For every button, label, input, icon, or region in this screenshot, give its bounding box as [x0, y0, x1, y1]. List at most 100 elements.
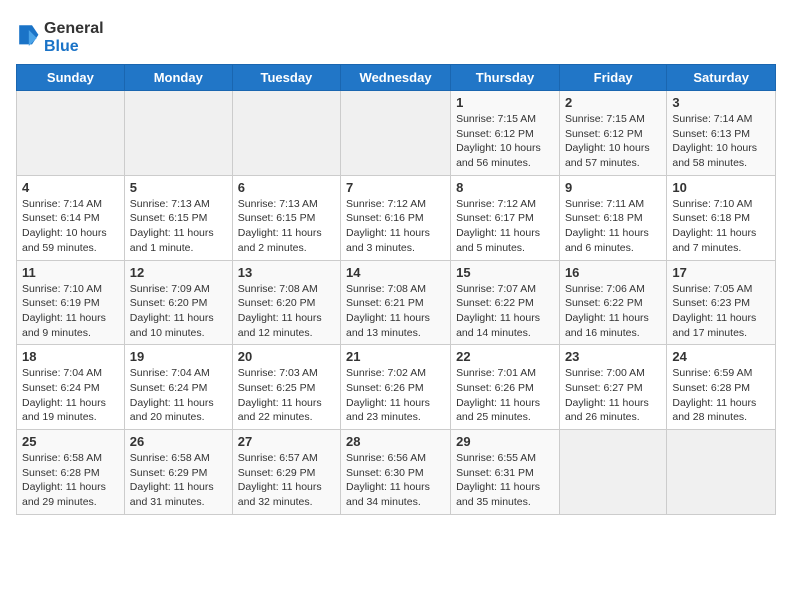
- calendar-cell: 17 Sunrise: 7:05 AMSunset: 6:23 PMDayligh…: [667, 260, 776, 345]
- calendar-cell: [124, 91, 232, 176]
- day-info: Sunrise: 7:12 AMSunset: 6:17 PMDaylight:…: [456, 197, 554, 256]
- week-row-1: 1 Sunrise: 7:15 AMSunset: 6:12 PMDaylight…: [17, 91, 776, 176]
- weekday-header-sunday: Sunday: [17, 65, 125, 91]
- day-info: Sunrise: 7:10 AMSunset: 6:18 PMDaylight:…: [672, 197, 770, 256]
- calendar-cell: 11Sunrise: 7:10 AMSunset: 6:19 PMDayligh…: [17, 260, 125, 345]
- day-info: Sunrise: 6:58 AMSunset: 6:28 PMDaylight:…: [22, 451, 119, 510]
- calendar-cell: 15Sunrise: 7:07 AMSunset: 6:22 PMDayligh…: [451, 260, 560, 345]
- day-number: 7: [346, 180, 445, 195]
- day-number: 23: [565, 349, 661, 364]
- weekday-header-thursday: Thursday: [451, 65, 560, 91]
- day-number: 26: [130, 434, 227, 449]
- day-number: 15: [456, 265, 554, 280]
- calendar-cell: 23 Sunrise: 7:00 AMSunset: 6:27 PMDayligh…: [559, 345, 666, 430]
- calendar-cell: 22 Sunrise: 7:01 AMSunset: 6:26 PMDayligh…: [451, 345, 560, 430]
- logo: General Blue: [16, 20, 104, 56]
- day-info: Sunrise: 6:59 AMSunset: 6:28 PMDaylight:…: [672, 366, 770, 425]
- calendar-cell: 6 Sunrise: 7:13 AMSunset: 6:15 PMDaylight…: [232, 175, 340, 260]
- day-number: 16: [565, 265, 661, 280]
- calendar-cell: 28 Sunrise: 6:56 AMSunset: 6:30 PMDayligh…: [341, 430, 451, 515]
- day-info: Sunrise: 6:58 AMSunset: 6:29 PMDaylight:…: [130, 451, 227, 510]
- day-info: Sunrise: 7:13 AMSunset: 6:15 PMDaylight:…: [130, 197, 227, 256]
- day-info: Sunrise: 7:08 AMSunset: 6:20 PMDaylight:…: [238, 282, 335, 341]
- calendar-cell: 4Sunrise: 7:14 AMSunset: 6:14 PMDaylight…: [17, 175, 125, 260]
- calendar-cell: 13 Sunrise: 7:08 AMSunset: 6:20 PMDayligh…: [232, 260, 340, 345]
- calendar-cell: 3Sunrise: 7:14 AMSunset: 6:13 PMDaylight…: [667, 91, 776, 176]
- calendar-cell: 12 Sunrise: 7:09 AMSunset: 6:20 PMDayligh…: [124, 260, 232, 345]
- calendar-cell: 1 Sunrise: 7:15 AMSunset: 6:12 PMDaylight…: [451, 91, 560, 176]
- day-info: Sunrise: 7:12 AMSunset: 6:16 PMDaylight:…: [346, 197, 445, 256]
- day-number: 19: [130, 349, 227, 364]
- calendar-table: SundayMondayTuesdayWednesdayThursdayFrid…: [16, 64, 776, 515]
- day-info: Sunrise: 6:56 AMSunset: 6:30 PMDaylight:…: [346, 451, 445, 510]
- calendar-cell: [559, 430, 666, 515]
- calendar-cell: [232, 91, 340, 176]
- week-row-4: 18 Sunrise: 7:04 AMSunset: 6:24 PMDayligh…: [17, 345, 776, 430]
- day-info: Sunrise: 7:06 AMSunset: 6:22 PMDaylight:…: [565, 282, 661, 341]
- calendar-cell: 8 Sunrise: 7:12 AMSunset: 6:17 PMDaylight…: [451, 175, 560, 260]
- calendar-cell: [667, 430, 776, 515]
- weekday-header-wednesday: Wednesday: [341, 65, 451, 91]
- weekday-header-saturday: Saturday: [667, 65, 776, 91]
- calendar-cell: 21Sunrise: 7:02 AMSunset: 6:26 PMDayligh…: [341, 345, 451, 430]
- calendar-cell: 18 Sunrise: 7:04 AMSunset: 6:24 PMDayligh…: [17, 345, 125, 430]
- day-info: Sunrise: 7:00 AMSunset: 6:27 PMDaylight:…: [565, 366, 661, 425]
- calendar-cell: 27 Sunrise: 6:57 AMSunset: 6:29 PMDayligh…: [232, 430, 340, 515]
- day-number: 24: [672, 349, 770, 364]
- weekday-header-friday: Friday: [559, 65, 666, 91]
- day-number: 29: [456, 434, 554, 449]
- day-number: 1: [456, 95, 554, 110]
- calendar-cell: 20 Sunrise: 7:03 AMSunset: 6:25 PMDayligh…: [232, 345, 340, 430]
- day-number: 14: [346, 265, 445, 280]
- day-number: 27: [238, 434, 335, 449]
- day-info: Sunrise: 6:57 AMSunset: 6:29 PMDaylight:…: [238, 451, 335, 510]
- day-info: Sunrise: 7:05 AMSunset: 6:23 PMDaylight:…: [672, 282, 770, 341]
- day-number: 25: [22, 434, 119, 449]
- calendar-cell: 19 Sunrise: 7:04 AMSunset: 6:24 PMDayligh…: [124, 345, 232, 430]
- day-info: Sunrise: 7:15 AMSunset: 6:12 PMDaylight:…: [456, 112, 554, 171]
- day-number: 8: [456, 180, 554, 195]
- day-number: 28: [346, 434, 445, 449]
- weekday-header-row: SundayMondayTuesdayWednesdayThursdayFrid…: [17, 65, 776, 91]
- logo-text: General Blue: [44, 20, 104, 56]
- day-info: Sunrise: 7:09 AMSunset: 6:20 PMDaylight:…: [130, 282, 227, 341]
- day-info: Sunrise: 7:01 AMSunset: 6:26 PMDaylight:…: [456, 366, 554, 425]
- day-info: Sunrise: 7:03 AMSunset: 6:25 PMDaylight:…: [238, 366, 335, 425]
- day-info: Sunrise: 6:55 AMSunset: 6:31 PMDaylight:…: [456, 451, 554, 510]
- day-number: 17: [672, 265, 770, 280]
- page-header: General Blue: [16, 16, 776, 56]
- calendar-cell: 29 Sunrise: 6:55 AMSunset: 6:31 PMDayligh…: [451, 430, 560, 515]
- calendar-cell: [341, 91, 451, 176]
- day-number: 18: [22, 349, 119, 364]
- day-info: Sunrise: 7:14 AMSunset: 6:14 PMDaylight:…: [22, 197, 119, 256]
- day-info: Sunrise: 7:15 AMSunset: 6:12 PMDaylight:…: [565, 112, 661, 171]
- day-info: Sunrise: 7:04 AMSunset: 6:24 PMDaylight:…: [22, 366, 119, 425]
- calendar-cell: 16 Sunrise: 7:06 AMSunset: 6:22 PMDayligh…: [559, 260, 666, 345]
- calendar-cell: 7 Sunrise: 7:12 AMSunset: 6:16 PMDaylight…: [341, 175, 451, 260]
- calendar-cell: 10 Sunrise: 7:10 AMSunset: 6:18 PMDayligh…: [667, 175, 776, 260]
- calendar-cell: [17, 91, 125, 176]
- day-number: 13: [238, 265, 335, 280]
- weekday-header-tuesday: Tuesday: [232, 65, 340, 91]
- day-info: Sunrise: 7:08 AMSunset: 6:21 PMDaylight:…: [346, 282, 445, 341]
- day-number: 5: [130, 180, 227, 195]
- day-number: 20: [238, 349, 335, 364]
- day-info: Sunrise: 7:13 AMSunset: 6:15 PMDaylight:…: [238, 197, 335, 256]
- week-row-2: 4Sunrise: 7:14 AMSunset: 6:14 PMDaylight…: [17, 175, 776, 260]
- day-info: Sunrise: 7:11 AMSunset: 6:18 PMDaylight:…: [565, 197, 661, 256]
- logo-icon: [16, 23, 40, 53]
- day-number: 10: [672, 180, 770, 195]
- week-row-3: 11Sunrise: 7:10 AMSunset: 6:19 PMDayligh…: [17, 260, 776, 345]
- day-info: Sunrise: 7:02 AMSunset: 6:26 PMDaylight:…: [346, 366, 445, 425]
- day-info: Sunrise: 7:04 AMSunset: 6:24 PMDaylight:…: [130, 366, 227, 425]
- weekday-header-monday: Monday: [124, 65, 232, 91]
- day-number: 22: [456, 349, 554, 364]
- day-number: 6: [238, 180, 335, 195]
- week-row-5: 25 Sunrise: 6:58 AMSunset: 6:28 PMDayligh…: [17, 430, 776, 515]
- day-info: Sunrise: 7:14 AMSunset: 6:13 PMDaylight:…: [672, 112, 770, 171]
- calendar-cell: 2 Sunrise: 7:15 AMSunset: 6:12 PMDaylight…: [559, 91, 666, 176]
- calendar-cell: 25 Sunrise: 6:58 AMSunset: 6:28 PMDayligh…: [17, 430, 125, 515]
- day-number: 2: [565, 95, 661, 110]
- calendar-cell: 26 Sunrise: 6:58 AMSunset: 6:29 PMDayligh…: [124, 430, 232, 515]
- day-number: 12: [130, 265, 227, 280]
